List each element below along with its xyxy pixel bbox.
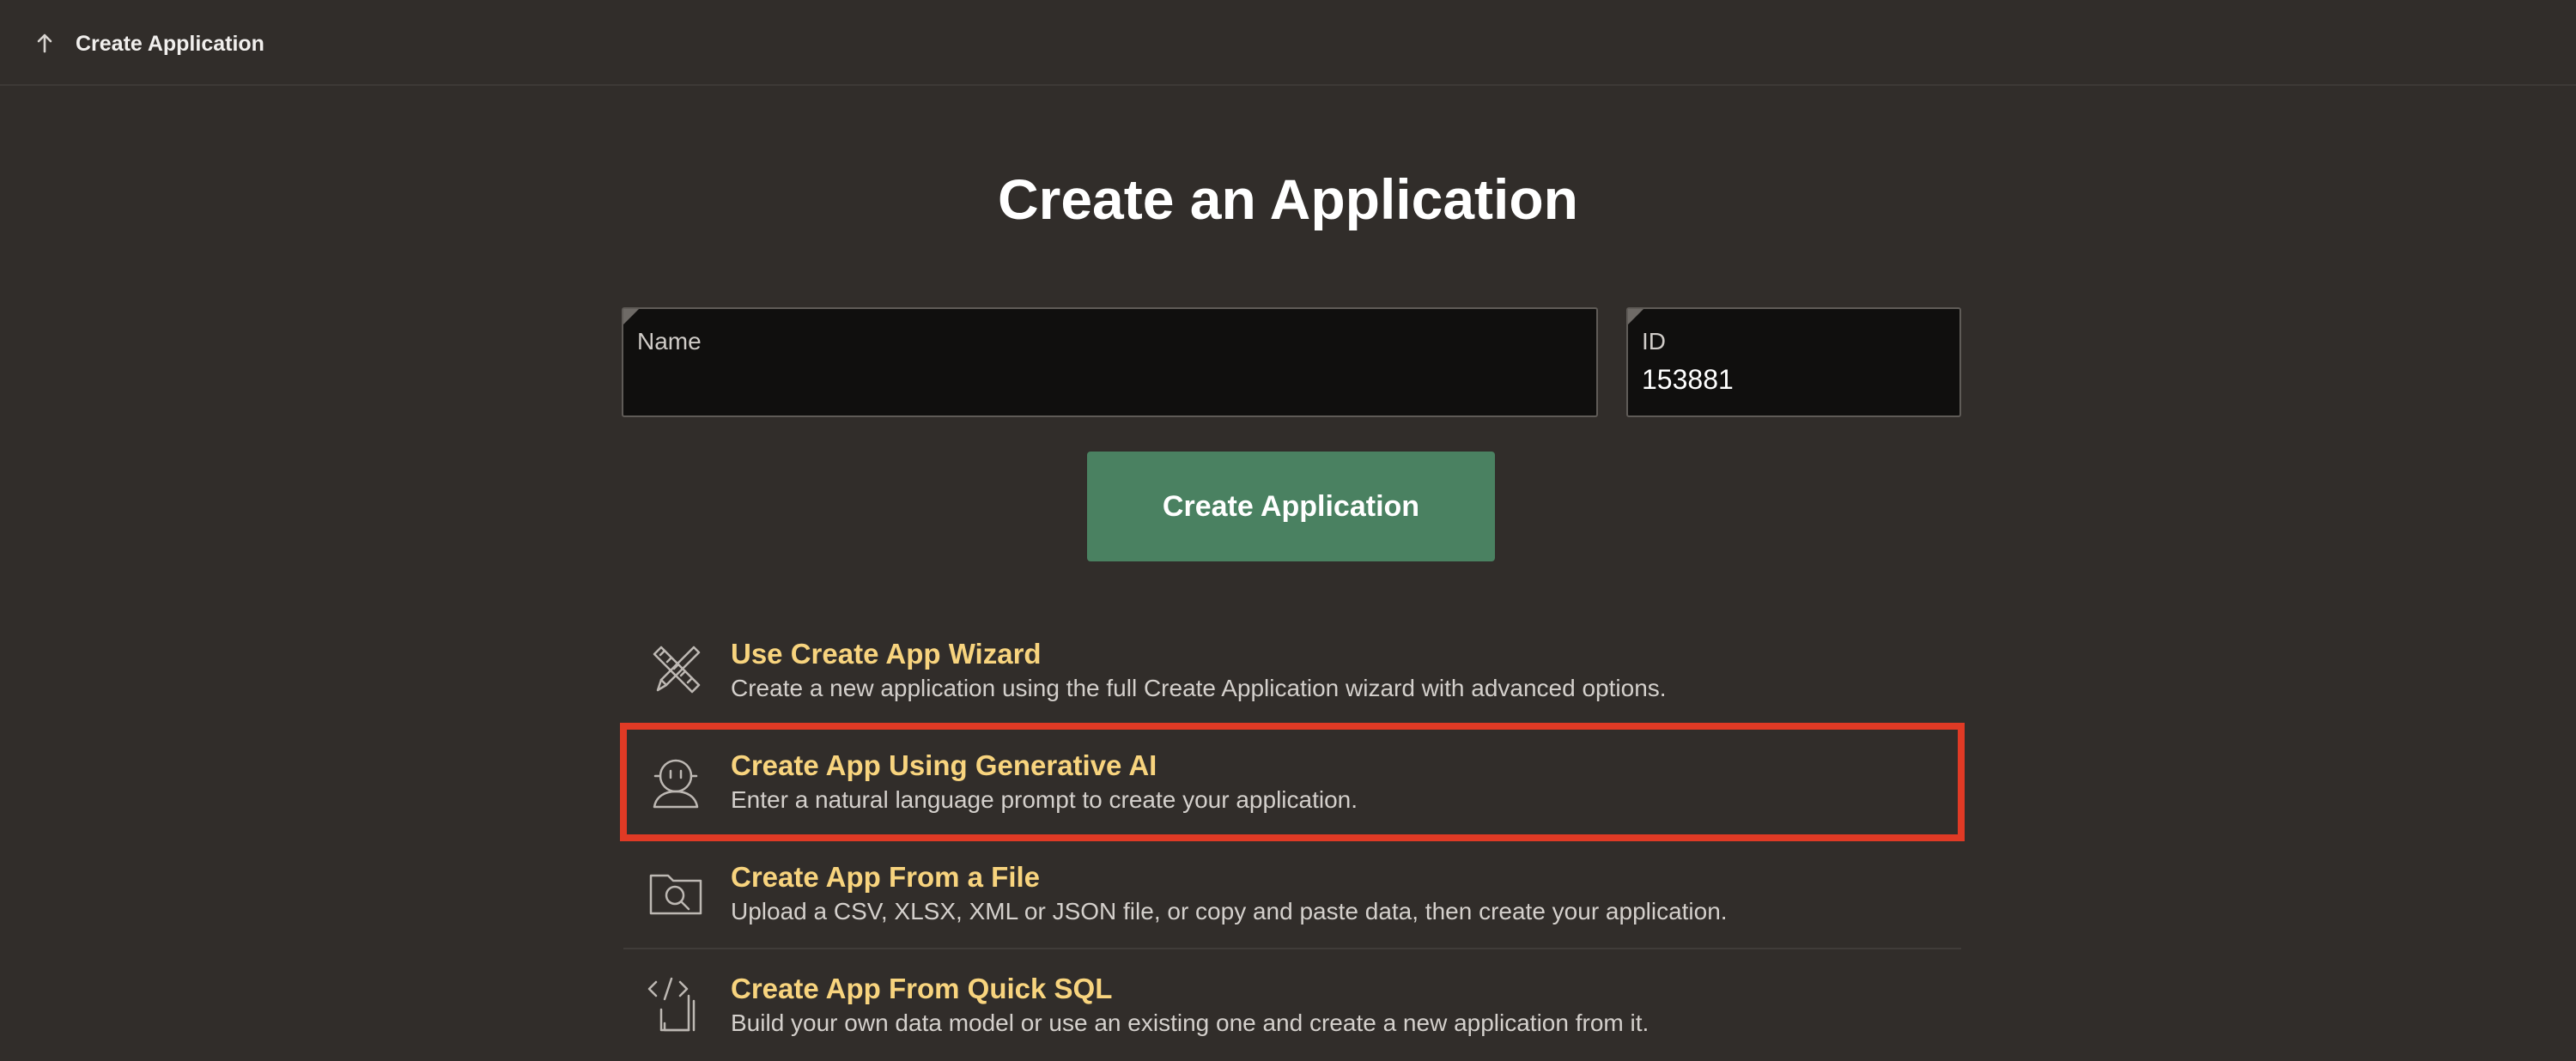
- folder-search-icon: [646, 864, 706, 924]
- option-title[interactable]: Create App Using Generative AI: [731, 749, 1157, 783]
- option-title[interactable]: Create App From Quick SQL: [731, 972, 1112, 1006]
- option-create-app-generative-ai[interactable]: Create App Using Generative AI Enter a n…: [620, 723, 1965, 841]
- option-create-app-from-file[interactable]: Create App From a File Upload a CSV, XLS…: [623, 838, 1961, 949]
- page-title: Create an Application: [997, 167, 1579, 231]
- option-create-app-wizard[interactable]: Use Create App Wizard Create a new appli…: [623, 615, 1961, 726]
- arrow-up-icon[interactable]: [33, 31, 57, 55]
- ai-robot-icon: [646, 752, 706, 812]
- name-input[interactable]: [635, 361, 1583, 398]
- wizard-tools-icon: [646, 640, 706, 700]
- name-field-label: Name: [637, 328, 702, 355]
- id-field-label: ID: [1642, 328, 1666, 355]
- option-description: Build your own data model or use an exis…: [731, 1009, 1649, 1036]
- option-description: Enter a natural language prompt to creat…: [731, 786, 1358, 813]
- option-description: Create a new application using the full …: [731, 675, 1667, 701]
- option-title[interactable]: Use Create App Wizard: [731, 637, 1042, 671]
- breadcrumb[interactable]: Create Application: [76, 29, 264, 58]
- id-field[interactable]: ID: [1626, 307, 1961, 417]
- option-title[interactable]: Create App From a File: [731, 860, 1040, 894]
- option-create-app-quick-sql[interactable]: Create App From Quick SQL Build your own…: [623, 949, 1961, 1061]
- id-input[interactable]: [1640, 361, 1946, 398]
- option-description: Upload a CSV, XLSX, XML or JSON file, or…: [731, 898, 1728, 925]
- create-options-list: Use Create App Wizard Create a new appli…: [620, 615, 1965, 1061]
- create-application-button[interactable]: Create Application: [1087, 452, 1495, 561]
- code-file-icon: [646, 975, 706, 1035]
- top-bar: Create Application: [0, 0, 2576, 86]
- name-field[interactable]: Name: [622, 307, 1598, 417]
